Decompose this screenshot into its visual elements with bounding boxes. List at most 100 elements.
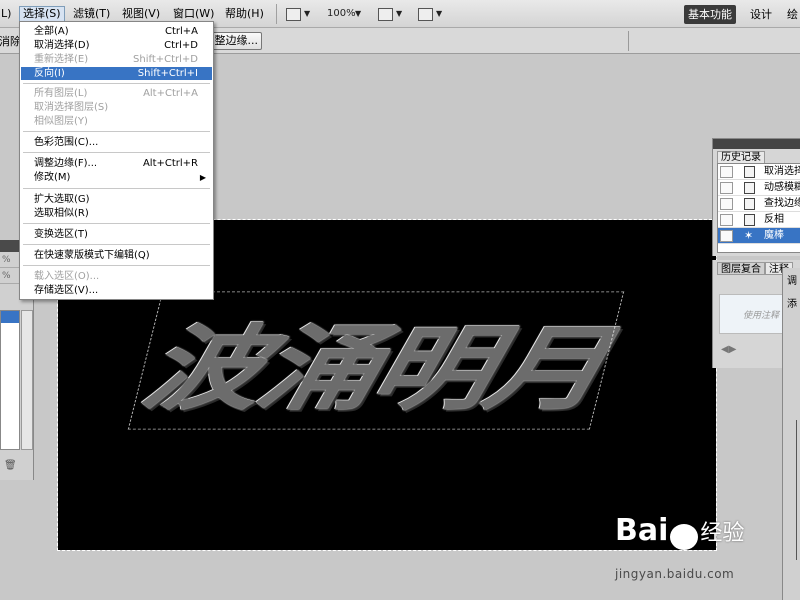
baidu-jingyan-watermark: Bai 经验 jingyan.baidu.com [615, 513, 745, 582]
selected-layer[interactable] [1, 311, 19, 323]
menu-item-deselect-layers[interactable]: 取消选择图层(S) [21, 101, 212, 114]
menu-item-label: 取消选择(D) [34, 40, 90, 51]
menu-separator [23, 188, 210, 189]
ruler-icon [286, 7, 301, 21]
tab-layer-comps[interactable]: 图层复合 [717, 262, 765, 275]
screen-mode-button[interactable]: ▼ [418, 5, 442, 23]
history-snapshot-checkbox[interactable] [720, 230, 733, 242]
menu-item-inverse[interactable]: 反向(I) Shift+Ctrl+I [21, 67, 212, 80]
menu-item-modify[interactable]: 修改(M) ▶ [21, 171, 212, 184]
layer-list[interactable] [0, 310, 20, 450]
menu-item-label: 载入选区(O)... [34, 271, 100, 282]
menu-item-load-selection[interactable]: 载入选区(O)... [21, 270, 212, 283]
workspace-painting[interactable]: 绘 [787, 5, 798, 24]
magic-wand-icon: ✶ [744, 229, 754, 242]
menu-help[interactable]: 帮助(H) [222, 6, 267, 22]
menu-item-label: 调整边缘(F)... [34, 158, 98, 169]
panel-edge [796, 420, 800, 560]
history-snapshot-checkbox[interactable] [720, 214, 733, 226]
comp-hint: 使用注释 [743, 311, 780, 321]
history-item[interactable]: 动感模糊 [718, 180, 800, 196]
history-item-label: 查找边缘 [764, 198, 800, 209]
history-panel: 历史记录 取消选择 动感模糊 查找边缘 反相 ✶ 魔棒 [712, 138, 800, 256]
menu-separator [23, 152, 210, 153]
dropdown-arrow-icon: ▼ [396, 9, 403, 18]
workspace-design[interactable]: 设计 [750, 5, 772, 24]
menu-item-similar[interactable]: 选取相似(R) [21, 207, 212, 220]
history-snapshot-checkbox[interactable] [720, 198, 733, 210]
history-snapshot-checkbox[interactable] [720, 182, 733, 194]
menu-item-label: 选取相似(R) [34, 208, 89, 219]
zoom-level[interactable]: 100% [327, 5, 356, 23]
menu-item-shortcut: Alt+Ctrl+R [142, 158, 198, 169]
menu-item-quick-mask[interactable]: 在快速蒙版模式下编辑(Q) [21, 249, 212, 262]
menu-item-label: 变换选区(T) [34, 229, 88, 240]
comp-nav-arrows-icon[interactable]: ◀▶ [721, 344, 736, 355]
document-icon [744, 198, 755, 210]
watermark-logo-cn: 经验 [700, 521, 745, 546]
adjustments-subtitle: 添 [787, 299, 797, 310]
menu-item-label: 相似图层(Y) [34, 116, 88, 127]
menu-separator [23, 223, 210, 224]
layer-scrollbar[interactable] [21, 310, 33, 450]
history-item-selected[interactable]: ✶ 魔棒 [718, 228, 800, 244]
menu-separator [23, 244, 210, 245]
menu-item-refine-edge[interactable]: 调整边缘(F)... Alt+Ctrl+R [21, 157, 212, 170]
menu-view[interactable]: 视图(V) [119, 6, 163, 22]
document-icon [744, 182, 755, 194]
trash-icon[interactable]: 🗑 [4, 460, 17, 471]
menu-item-label: 修改(M) [34, 172, 71, 183]
menu-item-deselect[interactable]: 取消选择(D) Ctrl+D [21, 39, 212, 52]
history-item-label: 动感模糊 [764, 182, 800, 193]
menu-item-grow[interactable]: 扩大选取(G) [21, 193, 212, 206]
workspace-essentials[interactable]: 基本功能 [684, 5, 736, 24]
history-item-label: 魔棒 [764, 230, 784, 241]
history-item-label: 取消选择 [764, 166, 800, 177]
history-snapshot-checkbox[interactable] [720, 166, 733, 178]
history-item[interactable]: 反相 [718, 212, 800, 228]
arrange-icon [378, 7, 393, 21]
tab-history[interactable]: 历史记录 [717, 151, 765, 163]
menu-item-reselect[interactable]: 重新选择(E) Shift+Ctrl+D [21, 53, 212, 66]
menu-item-label: 所有图层(L) [34, 88, 88, 99]
select-menu-dropdown: 全部(A) Ctrl+A 取消选择(D) Ctrl+D 重新选择(E) Shift+C… [19, 21, 214, 300]
paw-logo-icon [670, 524, 699, 550]
arrange-documents-button[interactable]: ▼ [378, 5, 402, 23]
dropdown-arrow-icon: ▼ [436, 9, 443, 18]
menu-item-save-selection[interactable]: 存储选区(V)... [21, 284, 212, 297]
submenu-arrow-icon: ▶ [199, 173, 206, 182]
menu-item-all[interactable]: 全部(A) Ctrl+A [21, 25, 212, 38]
menu-item-shortcut: Shift+Ctrl+I [137, 68, 198, 79]
zoom-dropdown[interactable]: ▼ [355, 5, 361, 23]
menu-item-color-range[interactable]: 色彩范围(C)... [21, 136, 212, 149]
document-icon [744, 166, 755, 178]
menu-item-all-layers[interactable]: 所有图层(L) Alt+Ctrl+A [21, 87, 212, 100]
menu-item-label: 色彩范围(C)... [34, 137, 99, 148]
menu-item-shortcut: Shift+Ctrl+D [133, 54, 198, 65]
menu-item-label: 在快速蒙版模式下编辑(Q) [34, 250, 150, 261]
menu-separator [23, 83, 210, 84]
menu-select[interactable]: 选择(S) [19, 6, 65, 22]
history-item-label: 反相 [764, 214, 784, 225]
menu-filter[interactable]: 滤镜(T) [70, 6, 113, 22]
adjustments-title: 调 [787, 276, 797, 287]
view-extras-button[interactable]: ▼ [286, 5, 310, 23]
menu-item-label: 扩大选取(G) [34, 194, 90, 205]
menu-layer-partial[interactable]: L) [0, 6, 14, 22]
watermark-logo-text: Bai [615, 513, 669, 548]
document-icon [744, 214, 755, 226]
screen-mode-icon [418, 7, 433, 21]
menu-window[interactable]: 窗口(W) [170, 6, 217, 22]
menu-separator [23, 265, 210, 266]
refine-edge-button[interactable]: 整边缘... [206, 32, 262, 50]
history-item[interactable]: 查找边缘 [718, 196, 800, 212]
menubar-separator [276, 4, 277, 24]
menu-item-label: 全部(A) [34, 26, 69, 37]
dropdown-arrow-icon: ▼ [355, 9, 362, 18]
history-list: 取消选择 动感模糊 查找边缘 反相 ✶ 魔棒 [717, 163, 800, 253]
menu-item-similar-layers[interactable]: 相似图层(Y) [21, 115, 212, 128]
menu-item-shortcut: Alt+Ctrl+A [143, 88, 198, 99]
history-item[interactable]: 取消选择 [718, 164, 800, 180]
menu-item-label: 重新选择(E) [34, 54, 89, 65]
menu-item-transform-selection[interactable]: 变换选区(T) [21, 228, 212, 241]
